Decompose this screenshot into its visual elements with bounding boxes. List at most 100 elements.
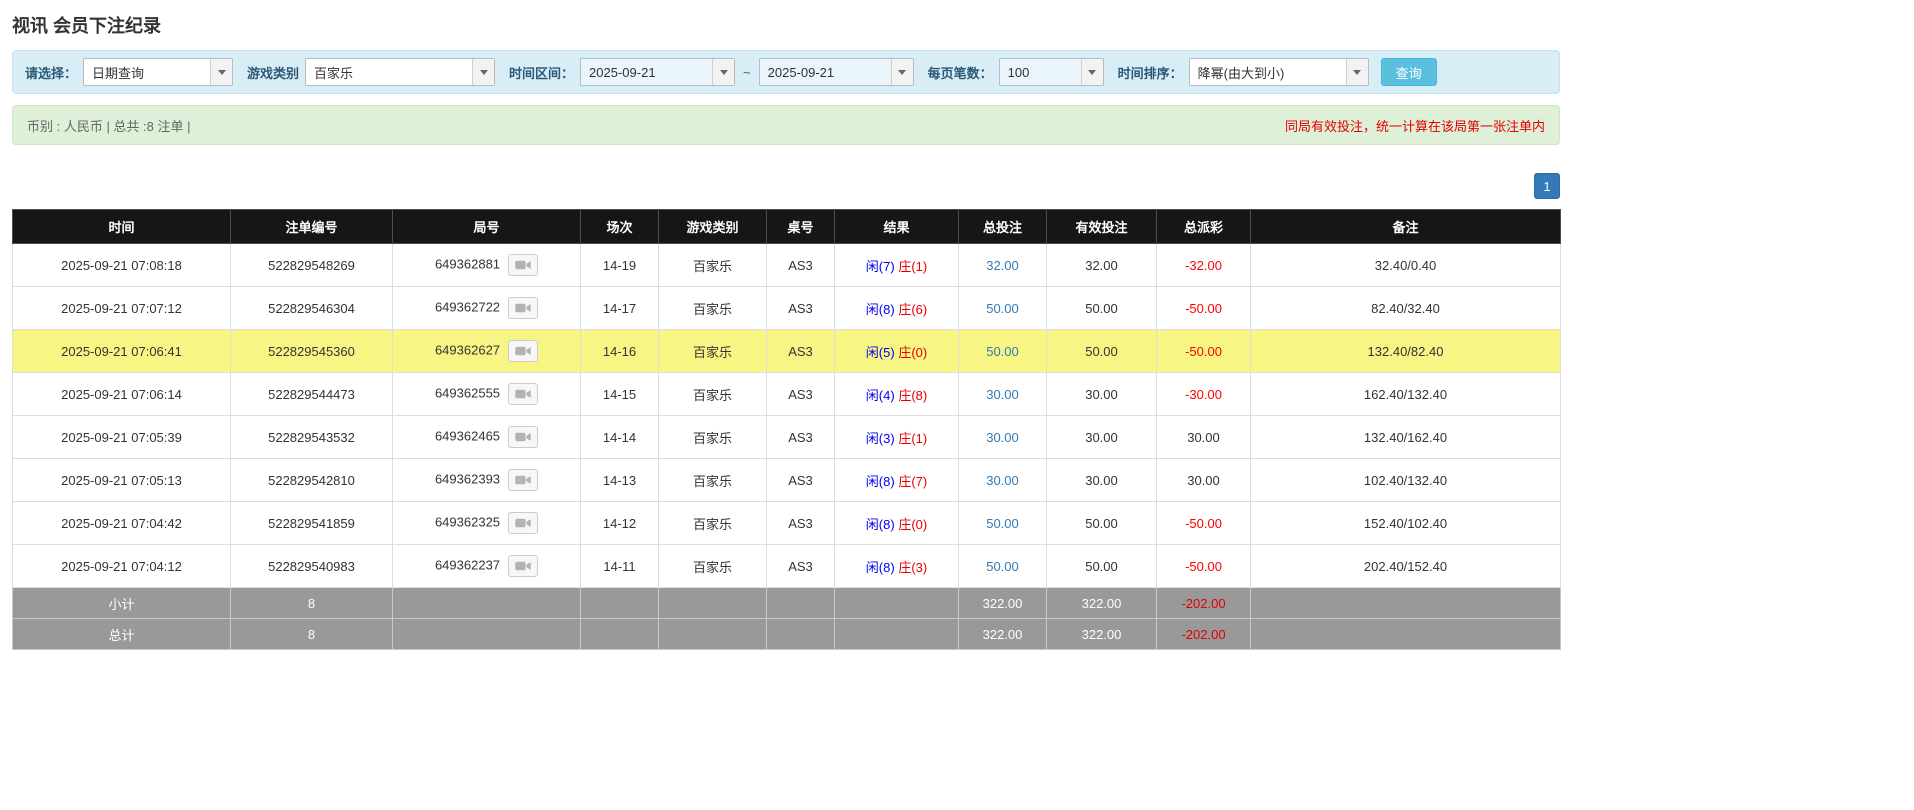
table-body: 2025-09-21 07:08:18 522829548269 6493628… (12, 243, 1561, 588)
cell-payout: -32.00 (1156, 243, 1251, 287)
empty-cell (658, 618, 767, 650)
table-footer: 小计 8 322.00 322.00 -202.00 总计 8 322.00 3… (12, 587, 1561, 650)
table-row: 2025-09-21 07:04:42 522829541859 6493623… (12, 501, 1561, 545)
empty-cell (1250, 587, 1561, 619)
result-banker: 庄(1) (898, 430, 928, 446)
col-header-result: 结果 (834, 209, 959, 244)
pagination: 1 (12, 173, 1560, 199)
subtotal-payout: -202.00 (1156, 587, 1251, 619)
col-header-time: 时间 (12, 209, 231, 244)
cell-total-bet[interactable]: 50.00 (958, 544, 1047, 588)
cell-time: 2025-09-21 07:06:14 (12, 372, 231, 416)
col-header-note: 备注 (1250, 209, 1561, 244)
result-player: 闲(5) (865, 344, 895, 360)
col-header-valid-bet: 有效投注 (1046, 209, 1157, 244)
sort-label: 时间排序： (1117, 65, 1183, 81)
date-from-value: 2025-09-21 (581, 59, 713, 85)
game-type-dropdown[interactable]: 百家乐 (305, 58, 496, 86)
round-number: 649362722 (434, 299, 501, 315)
col-header-bet-id: 注单编号 (230, 209, 393, 244)
cell-round: 649362555 (392, 372, 581, 416)
select-label: 请选择： (25, 65, 78, 81)
cell-result: 闲(8) 庄(3) (834, 544, 959, 588)
empty-cell (658, 587, 767, 619)
page-size-value: 100 (999, 59, 1081, 85)
video-camera-icon (515, 346, 531, 356)
grand-total-count: 8 (230, 618, 393, 650)
date-to-dropdown[interactable]: 2025-09-21 (758, 58, 914, 86)
cell-payout: 30.00 (1156, 458, 1251, 502)
cell-total-bet[interactable]: 50.00 (958, 501, 1047, 545)
empty-cell (834, 618, 959, 650)
date-from-dropdown[interactable]: 2025-09-21 (580, 58, 736, 86)
cell-game: 百家乐 (658, 458, 767, 502)
game-type-label: 游戏类别 (247, 65, 300, 81)
page-size-dropdown[interactable]: 100 (998, 58, 1104, 86)
cell-total-bet[interactable]: 30.00 (958, 458, 1047, 502)
table-row: 2025-09-21 07:05:39 522829543532 6493624… (12, 415, 1561, 459)
result-banker: 庄(0) (898, 516, 928, 532)
cell-result: 闲(7) 庄(1) (834, 243, 959, 287)
table-row: 2025-09-21 07:04:12 522829540983 6493622… (12, 544, 1561, 588)
cell-session: 14-11 (580, 544, 659, 588)
query-type-dropdown[interactable]: 日期查询 (83, 58, 234, 86)
cell-bet-id: 522829546304 (230, 286, 393, 330)
chevron-down-icon[interactable] (472, 59, 495, 85)
round-number: 649362237 (434, 557, 501, 573)
col-header-game: 游戏类别 (658, 209, 767, 244)
col-header-table: 桌号 (766, 209, 835, 244)
cell-note: 152.40/102.40 (1250, 501, 1561, 545)
chevron-down-icon[interactable] (712, 59, 735, 85)
cell-result: 闲(5) 庄(0) (834, 329, 959, 373)
cell-game: 百家乐 (658, 501, 767, 545)
cell-valid-bet: 50.00 (1046, 501, 1157, 545)
cell-time: 2025-09-21 07:06:41 (12, 329, 231, 373)
chevron-down-icon[interactable] (1345, 59, 1368, 85)
page-number-button[interactable]: 1 (1534, 173, 1560, 199)
date-to-value: 2025-09-21 (759, 59, 891, 85)
cell-total-bet[interactable]: 30.00 (958, 415, 1047, 459)
video-replay-button[interactable] (508, 254, 539, 276)
sort-dropdown[interactable]: 降幂(由大到小) (1188, 58, 1369, 86)
col-header-total-bet: 总投注 (958, 209, 1047, 244)
col-header-session: 场次 (580, 209, 659, 244)
video-replay-button[interactable] (508, 469, 539, 491)
chevron-down-icon[interactable] (1080, 59, 1103, 85)
cell-session: 14-12 (580, 501, 659, 545)
video-replay-button[interactable] (508, 297, 539, 319)
video-replay-button[interactable] (508, 383, 539, 405)
video-replay-button[interactable] (508, 426, 539, 448)
cell-total-bet[interactable]: 30.00 (958, 372, 1047, 416)
filter-bar: 请选择： 日期查询 游戏类别 百家乐 时间区间： 2025-09-21 ~ 20… (12, 50, 1560, 94)
cell-table: AS3 (766, 501, 835, 545)
cell-time: 2025-09-21 07:04:42 (12, 501, 231, 545)
cell-bet-id: 522829541859 (230, 501, 393, 545)
cell-game: 百家乐 (658, 372, 767, 416)
empty-cell (1250, 618, 1561, 650)
cell-session: 14-16 (580, 329, 659, 373)
video-replay-button[interactable] (508, 340, 539, 362)
empty-cell (834, 587, 959, 619)
result-player: 闲(8) (865, 559, 895, 575)
chevron-down-icon[interactable] (890, 59, 913, 85)
grand-total-row: 总计 8 322.00 322.00 -202.00 (12, 618, 1561, 650)
cell-total-bet[interactable]: 50.00 (958, 286, 1047, 330)
round-number: 649362465 (434, 428, 501, 444)
cell-result: 闲(3) 庄(1) (834, 415, 959, 459)
cell-total-bet[interactable]: 32.00 (958, 243, 1047, 287)
cell-session: 14-15 (580, 372, 659, 416)
cell-total-bet[interactable]: 50.00 (958, 329, 1047, 373)
empty-cell (766, 587, 835, 619)
video-camera-icon (515, 260, 531, 270)
result-banker: 庄(7) (898, 473, 928, 489)
chevron-down-icon[interactable] (210, 59, 233, 85)
result-banker: 庄(8) (898, 387, 928, 403)
search-button[interactable]: 查询 (1380, 58, 1437, 86)
video-replay-button[interactable] (508, 512, 539, 534)
cell-payout: 30.00 (1156, 415, 1251, 459)
info-bar: 币别 : 人民币 | 总共 :8 注单 | 同局有效投注，统一计算在该局第一张注… (12, 105, 1560, 145)
round-number: 649362627 (434, 342, 501, 358)
video-replay-button[interactable] (508, 555, 539, 577)
currency-summary: 币别 : 人民币 | 总共 :8 注单 | (27, 118, 191, 134)
cell-bet-id: 522829548269 (230, 243, 393, 287)
